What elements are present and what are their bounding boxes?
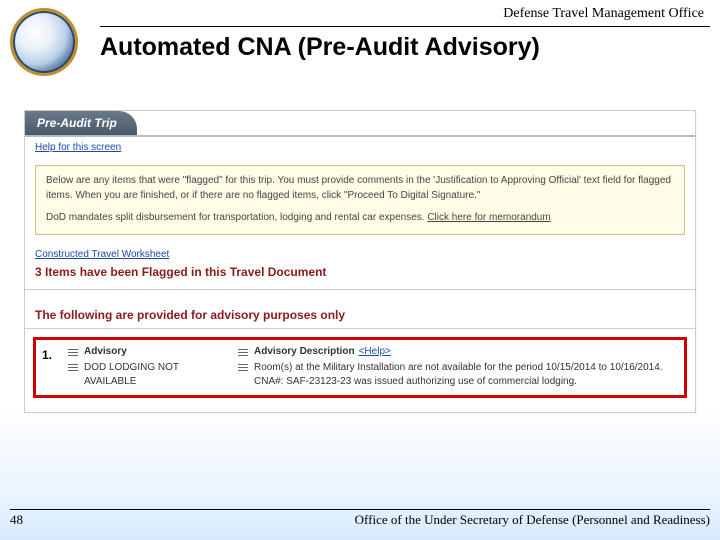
notice-line2-text: DoD mandates split disbursement for tran… (46, 212, 427, 223)
page-number: 48 (10, 512, 23, 528)
dod-seal-icon (10, 8, 78, 76)
advisory-number: 1. (40, 344, 62, 391)
advisory-col-head-left: Advisory (62, 344, 232, 359)
bullet-icon (238, 348, 248, 356)
header: Defense Travel Management Office Automat… (0, 0, 720, 76)
constructed-travel-link[interactable]: Constructed Travel Worksheet (25, 243, 695, 262)
advisory-right-text: Room(s) at the Military Installation are… (254, 361, 680, 389)
office-name: Defense Travel Management Office (100, 6, 710, 22)
tab-preaudit[interactable]: Pre-Audit Trip (25, 111, 137, 135)
advisory-help-link[interactable]: <Help> (359, 346, 391, 357)
bullet-icon (238, 363, 248, 371)
tab-bar: Pre-Audit Trip (25, 111, 695, 137)
advisory-left-text: DOD LODGING NOT AVAILABLE (84, 361, 232, 389)
advisory-highlight-box: 1. Advisory DOD LODGING NOT AVAILABLE (33, 337, 687, 398)
header-rule (100, 26, 710, 27)
advisory-col-right-label: Advisory Description (254, 346, 355, 357)
bullet-icon (68, 363, 78, 371)
slide-title: Automated CNA (Pre-Audit Advisory) (100, 33, 710, 62)
advisory-row: 1. Advisory DOD LODGING NOT AVAILABLE (40, 344, 680, 391)
flag-notice: Below are any items that were "flagged" … (35, 165, 685, 235)
advisory-right-body: Room(s) at the Military Installation are… (232, 359, 680, 391)
bullet-icon (68, 348, 78, 356)
notice-line2: DoD mandates split disbursement for tran… (46, 211, 674, 226)
help-screen-link[interactable]: Help for this screen (25, 137, 695, 157)
advisory-heading: The following are provided for advisory … (25, 290, 695, 328)
footer-org: Office of the Under Secretary of Defense… (355, 512, 710, 528)
notice-line1: Below are any items that were "flagged" … (46, 174, 674, 203)
advisory-left-body: DOD LODGING NOT AVAILABLE (62, 359, 232, 391)
memorandum-link[interactable]: Click here for memorandum (427, 212, 550, 223)
advisory-col-left-label: Advisory (84, 346, 127, 357)
flag-count: 3 Items have been Flagged in this Travel… (25, 262, 695, 290)
advisory-col-head-right: Advisory Description <Help> (232, 344, 680, 359)
footer-rule (10, 509, 710, 510)
footer: 48 Office of the Under Secretary of Defe… (0, 512, 720, 528)
preaudit-panel: Pre-Audit Trip Help for this screen Belo… (24, 110, 696, 413)
